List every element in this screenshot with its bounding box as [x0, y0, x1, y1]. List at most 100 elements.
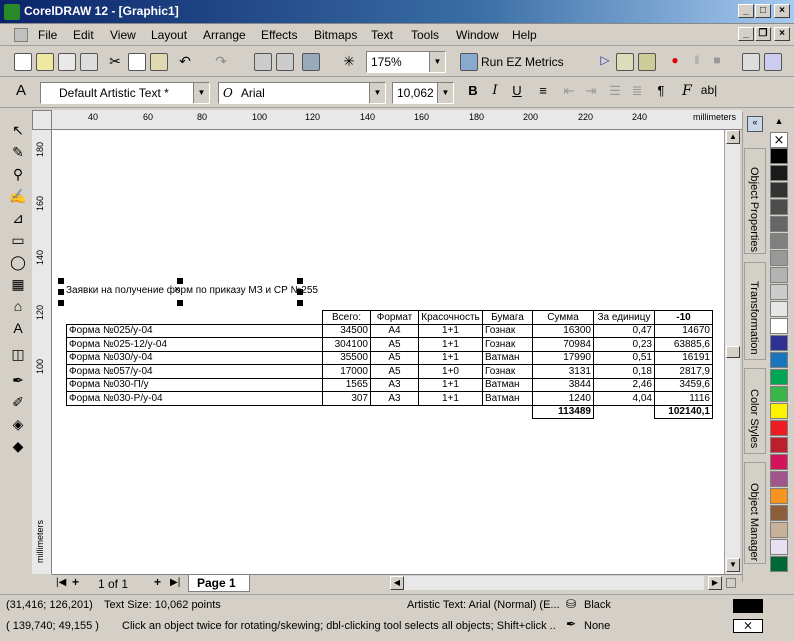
color-swatch[interactable] — [770, 267, 788, 283]
italic-icon[interactable]: I — [486, 83, 504, 101]
bullet-icon[interactable]: ☰ — [606, 83, 624, 101]
macro-editor-icon[interactable] — [616, 53, 634, 71]
menu-layout[interactable]: Layout — [151, 28, 187, 42]
selection-handle[interactable] — [58, 278, 64, 284]
color-swatch[interactable] — [770, 301, 788, 317]
shape-tool-icon[interactable]: ✎ — [8, 144, 28, 162]
corel-online-icon[interactable]: ✳ — [340, 53, 358, 71]
color-swatch[interactable] — [770, 488, 788, 504]
scroll-left-icon[interactable]: ◀ — [390, 576, 404, 590]
color-swatch[interactable] — [770, 335, 788, 351]
freehand-tool-icon[interactable]: ✍ — [8, 188, 28, 206]
cut-icon[interactable]: ✂ — [106, 53, 124, 71]
macro-icon[interactable] — [460, 53, 478, 71]
docker-expand-icon[interactable]: « — [747, 116, 763, 132]
menu-window[interactable]: Window — [456, 28, 499, 42]
print-icon[interactable] — [80, 53, 98, 71]
outline-color-swatch[interactable]: ⨯ — [733, 619, 763, 633]
smart-fill-tool-icon[interactable]: ⊿ — [8, 210, 28, 228]
redo-icon[interactable]: ↷ — [212, 53, 230, 71]
color-swatch[interactable] — [770, 522, 788, 538]
vertical-ruler[interactable]: 180 160 140 120 100 millimeters — [32, 130, 52, 574]
color-swatch[interactable] — [770, 369, 788, 385]
style-select[interactable]: Default Artistic Text * ▼ — [40, 82, 210, 104]
fill-color-swatch[interactable] — [733, 599, 763, 613]
add-page-after-icon[interactable]: + — [154, 575, 161, 589]
tab-object-properties[interactable]: Object Properties — [744, 148, 766, 254]
import-icon[interactable] — [254, 53, 272, 71]
undo-icon[interactable]: ↶ — [176, 53, 194, 71]
color-swatch[interactable] — [770, 352, 788, 368]
color-palette[interactable] — [770, 148, 788, 580]
document-icon[interactable] — [14, 28, 28, 42]
app-launcher-icon[interactable] — [302, 53, 320, 71]
selection-handle[interactable] — [58, 300, 64, 306]
tab-transformation[interactable]: Transformation — [744, 262, 766, 360]
clipboard-icon[interactable] — [764, 53, 782, 71]
selection-handle[interactable] — [297, 289, 303, 295]
menu-view[interactable]: View — [110, 28, 136, 42]
color-swatch[interactable] — [770, 199, 788, 215]
interactive-fill-tool-icon[interactable]: ◆ — [8, 438, 28, 456]
copy-icon[interactable] — [128, 53, 146, 71]
scroll-down-icon[interactable]: ▼ — [726, 558, 740, 572]
selection-handle[interactable] — [297, 278, 303, 284]
pick-tool-icon[interactable]: ↖ — [8, 122, 28, 140]
no-color-swatch[interactable]: ⨯ — [770, 132, 788, 148]
zoom-tool-icon[interactable]: ⚲ — [8, 166, 28, 184]
format-text-icon[interactable]: F — [678, 83, 696, 101]
color-swatch[interactable] — [770, 250, 788, 266]
edit-text-icon[interactable]: ab| — [700, 83, 718, 101]
macro-manager-icon[interactable] — [638, 53, 656, 71]
color-swatch[interactable] — [770, 539, 788, 555]
fill-tool-icon[interactable]: ◈ — [8, 416, 28, 434]
align-icon[interactable]: ≡ — [534, 83, 552, 101]
color-swatch[interactable] — [770, 182, 788, 198]
tab-object-manager[interactable]: Object Manager — [744, 462, 766, 564]
add-page-before-icon[interactable]: + — [72, 575, 79, 589]
navigator-icon[interactable] — [726, 578, 736, 588]
new-icon[interactable] — [14, 53, 32, 71]
drop-cap-icon[interactable]: ≣ — [628, 83, 646, 101]
artistic-text-heading[interactable]: Заявки на получение форм по приказу МЗ и… — [66, 285, 318, 296]
eyedropper-tool-icon[interactable]: ✒ — [8, 372, 28, 390]
ellipse-tool-icon[interactable]: ◯ — [8, 254, 28, 272]
selection-handle[interactable] — [297, 300, 303, 306]
menu-arrange[interactable]: Arrange — [203, 28, 246, 42]
menu-text[interactable]: Text — [371, 28, 393, 42]
horizontal-scrollbar-track[interactable] — [404, 576, 704, 590]
stop-icon[interactable]: ■ — [708, 53, 726, 71]
doc-close-button[interactable]: × — [774, 27, 790, 41]
pause-icon[interactable]: ‖ — [688, 53, 706, 71]
color-swatch[interactable] — [770, 556, 788, 572]
underline-icon[interactable]: U — [508, 83, 526, 101]
maximize-button[interactable]: □ — [755, 4, 771, 18]
doc-minimize-button[interactable]: _ — [738, 27, 754, 41]
basic-shapes-tool-icon[interactable]: ⌂ — [8, 298, 28, 316]
color-swatch[interactable] — [770, 403, 788, 419]
color-swatch[interactable] — [770, 437, 788, 453]
text-tool-icon[interactable]: A — [12, 82, 30, 100]
paste-icon[interactable] — [150, 53, 168, 71]
horizontal-ruler[interactable]: 40 60 80 100 120 140 160 180 200 220 240… — [52, 110, 742, 130]
color-swatch[interactable] — [770, 284, 788, 300]
first-page-icon[interactable]: |◀ — [56, 577, 66, 588]
font-size-select[interactable]: 10,062 ▼ — [392, 82, 454, 104]
menu-help[interactable]: Help — [512, 28, 537, 42]
scroll-up-icon[interactable]: ▲ — [726, 130, 740, 144]
text-tool-icon[interactable]: A — [8, 320, 28, 338]
color-swatch[interactable] — [770, 471, 788, 487]
rectangle-tool-icon[interactable]: ▭ — [8, 232, 28, 250]
ruler-origin[interactable] — [32, 110, 52, 130]
minimize-button[interactable]: _ — [738, 4, 754, 18]
vertical-scroll-thumb[interactable] — [726, 346, 740, 358]
interactive-blend-tool-icon[interactable]: ◫ — [8, 346, 28, 364]
close-button[interactable]: × — [774, 4, 790, 18]
scroll-right-icon[interactable]: ▶ — [708, 576, 722, 590]
open-icon[interactable] — [36, 53, 54, 71]
font-select[interactable]: O Arial ▼ — [218, 82, 386, 104]
menu-file[interactable]: File — [38, 28, 57, 42]
menu-effects[interactable]: Effects — [261, 28, 297, 42]
color-swatch[interactable] — [770, 165, 788, 181]
vertical-scrollbar[interactable]: ▲ ▼ — [724, 130, 740, 574]
